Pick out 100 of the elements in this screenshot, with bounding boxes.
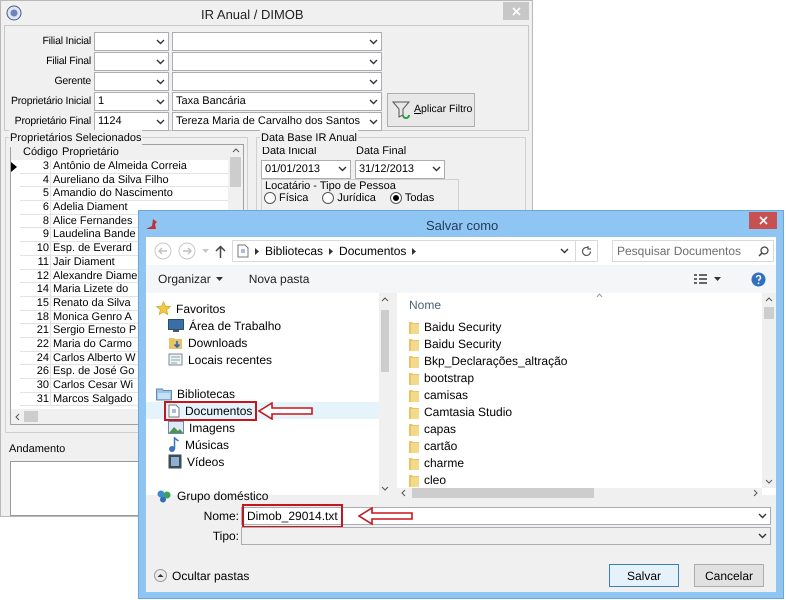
window-title: IR Anual / DIMOB bbox=[201, 6, 304, 24]
breadcrumb-item[interactable]: Documentos bbox=[339, 242, 406, 260]
table-cell: 15 bbox=[20, 296, 51, 311]
column-header[interactable]: Código bbox=[11, 144, 59, 161]
scrollbar-thumb[interactable] bbox=[24, 411, 38, 422]
help-icon bbox=[751, 272, 766, 286]
file-item[interactable]: Camtasia Studio bbox=[397, 403, 762, 420]
table-cell: 26 bbox=[20, 365, 51, 379]
forward-icon bbox=[178, 242, 196, 260]
history-caret-icon bbox=[202, 249, 209, 253]
chevron-down-icon bbox=[758, 513, 767, 519]
star-icon bbox=[156, 301, 171, 316]
close-button[interactable] bbox=[749, 212, 777, 229]
chevron-down-icon bbox=[156, 78, 165, 84]
scrollbar-thumb[interactable] bbox=[764, 307, 774, 319]
nav-item[interactable]: Documentos bbox=[146, 402, 379, 419]
combo-box[interactable]: 31/12/2013 bbox=[355, 160, 445, 178]
film-icon bbox=[168, 454, 182, 469]
table-cell: 22 bbox=[20, 338, 51, 352]
collapse-icon bbox=[154, 569, 167, 582]
group-title: Locatário - Tipo de Pessoa bbox=[265, 178, 396, 192]
table-cell: 10 bbox=[20, 242, 51, 256]
table-cell: 24 bbox=[20, 352, 51, 366]
chevron-down-icon bbox=[156, 98, 165, 104]
nav-item[interactable]: Imagens bbox=[146, 419, 379, 436]
file-type-dropdown[interactable] bbox=[241, 527, 771, 545]
column-header[interactable]: Proprietário bbox=[59, 144, 119, 161]
folder-icon bbox=[409, 370, 419, 384]
file-item[interactable]: cartão bbox=[397, 437, 762, 454]
combo-box[interactable]: 01/01/2013 bbox=[261, 160, 351, 178]
hide-folders-button[interactable]: Ocultar pastas bbox=[154, 566, 250, 584]
table-cell: 9 bbox=[20, 228, 51, 242]
table-cell: Antônio de Almeida Correia bbox=[51, 160, 228, 174]
combo-box[interactable]: 1 bbox=[94, 92, 169, 111]
combo-box[interactable] bbox=[94, 52, 169, 71]
file-item[interactable]: Baidu Security bbox=[397, 318, 762, 335]
table-cell: 11 bbox=[20, 256, 51, 270]
document-icon bbox=[168, 404, 180, 418]
column-header[interactable]: Nome bbox=[409, 296, 762, 314]
scrollbar[interactable] bbox=[762, 293, 776, 488]
file-item[interactable]: bootstrap bbox=[397, 369, 762, 386]
field-label: Filial Inicial bbox=[41, 34, 91, 49]
arrow-icon bbox=[358, 507, 414, 525]
chevron-down-icon bbox=[369, 38, 378, 44]
combo-box[interactable]: Tereza Maria de Carvalho dos Santos bbox=[172, 112, 382, 131]
folder-icon bbox=[409, 456, 419, 470]
chevron-down-icon bbox=[758, 533, 767, 539]
radio-option[interactable]: Todas bbox=[390, 192, 434, 204]
caret-icon bbox=[216, 277, 223, 281]
apply-filter-button[interactable]: Aplicar Filtro bbox=[387, 93, 475, 127]
file-item[interactable]: Baidu Security bbox=[397, 335, 762, 352]
scrollbar-thumb[interactable] bbox=[412, 488, 594, 498]
table-cell: 4 bbox=[20, 174, 51, 188]
save-button[interactable]: Salvar bbox=[609, 564, 679, 587]
combo-box[interactable] bbox=[172, 32, 382, 51]
table-cell: 12 bbox=[20, 270, 51, 284]
scrollbar[interactable] bbox=[397, 488, 762, 498]
file-item[interactable]: charme bbox=[397, 454, 762, 471]
nav-item[interactable]: Músicas bbox=[146, 436, 379, 453]
scrollbar-thumb[interactable] bbox=[230, 157, 242, 187]
search-field[interactable]: Pesquisar Documentos bbox=[612, 240, 774, 262]
breadcrumb-arrow-icon bbox=[255, 248, 259, 254]
scroll-left-icon bbox=[401, 489, 406, 497]
breadcrumb-arrow-icon bbox=[329, 248, 334, 254]
chevron-down-icon bbox=[369, 58, 378, 64]
file-name-field[interactable]: Dimob_29014.txt bbox=[241, 507, 771, 525]
combo-box[interactable] bbox=[172, 72, 382, 91]
toolbar-button[interactable]: Nova pasta bbox=[248, 270, 310, 288]
file-item[interactable]: capas bbox=[397, 420, 762, 437]
combo-box[interactable]: Taxa Bancária bbox=[172, 92, 382, 111]
folder-icon bbox=[409, 336, 419, 350]
breadcrumb-item[interactable]: Bibliotecas bbox=[265, 242, 324, 260]
back-icon bbox=[154, 242, 172, 260]
combo-box[interactable] bbox=[172, 52, 382, 71]
nav-item[interactable]: Vídeos bbox=[146, 453, 379, 470]
field-label: Andamento bbox=[9, 442, 66, 457]
field-label: Data Final bbox=[356, 144, 408, 159]
table-cell: 18 bbox=[20, 310, 51, 324]
cancel-button[interactable]: Cancelar bbox=[694, 564, 764, 587]
field-label: Gerente bbox=[53, 74, 91, 89]
nav-item[interactable]: Grupo doméstico bbox=[146, 487, 379, 504]
folder-icon bbox=[409, 388, 419, 402]
recent-places-icon bbox=[168, 352, 183, 367]
scrollbar-thumb[interactable] bbox=[381, 310, 389, 372]
combo-box[interactable] bbox=[94, 32, 169, 51]
file-item[interactable]: Bkp_Declarações_altração bbox=[397, 352, 762, 369]
file-item[interactable]: camisas bbox=[397, 386, 762, 403]
table-cell: 8 bbox=[20, 214, 51, 228]
table-cell: 3 bbox=[20, 160, 51, 174]
radio-option[interactable]: Jurídica bbox=[322, 192, 376, 204]
app-logo-icon bbox=[6, 5, 22, 21]
field-label: Data Inicial bbox=[262, 144, 318, 159]
combo-box[interactable]: 1124 bbox=[94, 112, 169, 131]
file-item[interactable]: cleo bbox=[397, 471, 762, 488]
library-folder-icon bbox=[156, 386, 172, 400]
address-bar[interactable]: Bibliotecas Documentos bbox=[232, 240, 598, 262]
table-cell: 30 bbox=[20, 379, 51, 393]
combo-box[interactable] bbox=[94, 72, 169, 91]
radio-option[interactable]: Física bbox=[264, 192, 308, 204]
breadcrumb-arrow-icon bbox=[412, 248, 416, 254]
